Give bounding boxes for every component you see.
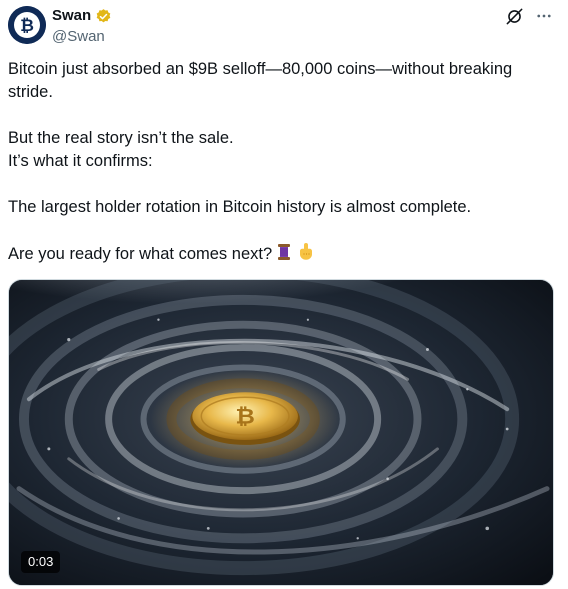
top-actions [504,6,554,26]
tweet-paragraph: But the real story isn’t the sale. [8,129,234,147]
thread-spool-icon [274,242,294,269]
avatar[interactable]: ₿ [8,6,46,44]
verified-badge-icon [95,8,112,25]
tweet-paragraph: The largest holder rotation in Bitcoin h… [8,198,472,216]
author-handle[interactable]: @Swan [52,27,112,47]
svg-text:₿: ₿ [235,403,254,428]
grok-icon[interactable] [504,6,524,26]
bitcoin-vortex-image: ₿ [9,280,553,585]
tweet-paragraph: Bitcoin just absorbed an $9B selloff—80,… [8,60,513,101]
more-options-icon[interactable] [534,6,554,26]
author-block: Swan @Swan [52,6,112,47]
tweet-paragraph: It’s what it confirms: [8,152,153,170]
tweet-paragraph: Are you ready for what comes next? [8,245,273,263]
video-player[interactable]: ₿ 0:03 [8,279,554,586]
svg-text:₿: ₿ [20,16,34,35]
pointing-down-icon [296,242,316,269]
video-duration: 0:03 [21,551,61,573]
bitcoin-logo-icon: ₿ [8,6,46,44]
tweet-text: Bitcoin just absorbed an $9B selloff—80,… [8,58,548,269]
tweet-paragraph-last: Are you ready for what comes next? [8,242,548,269]
author-name[interactable]: Swan [52,6,91,26]
